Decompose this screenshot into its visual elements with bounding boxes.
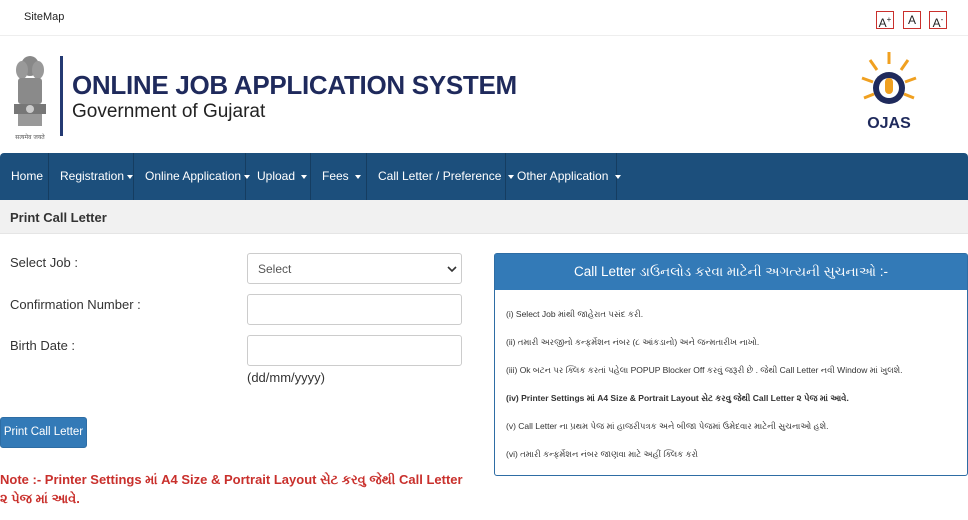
top-bar: SiteMap A+ A A- [0,0,968,36]
birth-date-label: Birth Date : [10,338,76,353]
site-subtitle: Government of Gujarat [72,101,266,122]
instruction-item: (v) Call Letter ના પ્રથમ પેજ માં હાજરીપત… [506,421,829,431]
emblem-motto: सत्यमेव जयते [15,133,45,141]
instruction-item: (iii) Ok બટન પર ક્લિક કરતાં પહેલા POPUP … [506,365,903,375]
instructions-heading: Call Letter ડાઉનલોડ કરવા માટેની અગત્યની … [495,254,967,290]
font-increase-button[interactable]: A+ [876,11,894,30]
nav-online-application[interactable]: Online Application [134,153,251,200]
select-job-value: Select [258,262,292,276]
chevron-down-icon [614,174,621,179]
birth-date-input[interactable] [247,335,462,366]
confirmation-number-label: Confirmation Number : [10,297,141,312]
nav-fees-label: Fees [322,169,349,183]
select-job-label: Select Job : [10,255,78,270]
chevron-down-icon [127,174,134,179]
instruction-item: (ii) તમારી અરજીનો કન્ફર્મેશન નંબર (૮ આંક… [506,337,760,347]
nav-upload-label: Upload [257,169,296,183]
ojas-logo-icon: OJAS [861,52,917,132]
nav-other-application-label: Other Application [517,169,609,183]
page-title: Print Call Letter [10,210,107,225]
nav-home-label: Home [11,169,44,183]
font-decrease-sup: - [940,15,944,24]
ojas-logo-text: OJAS [867,115,911,132]
birth-date-format-hint: (dd/mm/yyyy) [247,370,325,385]
chevron-down-icon [301,174,308,179]
instructions-panel: Call Letter ડાઉનલોડ કરવા માટેની અગત્યની … [494,253,968,476]
nav-home[interactable]: Home [0,153,49,200]
nav-registration[interactable]: Registration [49,153,134,200]
print-call-letter-button[interactable]: Print Call Letter [0,417,87,448]
site-title: ONLINE JOB APPLICATION SYSTEM [72,70,517,100]
national-emblem-icon: सत्यमेव जयते [14,56,46,141]
font-decrease-label: A [932,16,941,30]
select-job-dropdown[interactable]: Select [247,253,462,284]
site-header: सत्यमेव जयते ONLINE JOB APPLICATION SYST… [0,37,968,153]
chevron-down-icon [447,266,457,273]
instruction-item-link[interactable]: (vi) તમારી કન્ફર્મેશન નંબર જાણવા માટે અહ… [506,449,698,460]
sitemap-link[interactable]: SiteMap [24,11,64,23]
instruction-item: (i) Select Job માંથી જાહેરાત પસંદ કરી. [506,309,644,319]
main-navbar: Home Registration Online Application Upl… [0,153,968,200]
nav-registration-label: Registration [60,169,125,183]
printer-settings-note: Note :- Printer Settings માં A4 Size & P… [0,472,463,506]
font-normal-button[interactable]: A [903,11,921,29]
nav-fees[interactable]: Fees [311,153,367,200]
header-divider [60,56,63,136]
font-decrease-button[interactable]: A- [929,11,947,30]
font-increase-sup: + [886,15,892,24]
nav-other-application[interactable]: Other Application [506,153,621,200]
instruction-item: (iv) Printer Settings માં A4 Size & Port… [506,393,849,403]
page-heading-bar: Print Call Letter [0,200,968,234]
nav-upload[interactable]: Upload [246,153,311,200]
nav-call-letter-label: Call Letter / Preference [378,169,502,183]
confirmation-number-input[interactable] [247,294,462,325]
nav-call-letter-preference[interactable]: Call Letter / Preference [367,153,514,200]
font-normal-label: A [907,13,916,27]
nav-online-application-label: Online Application [145,169,242,183]
font-increase-label: A [878,16,887,30]
chevron-down-icon [355,174,362,179]
